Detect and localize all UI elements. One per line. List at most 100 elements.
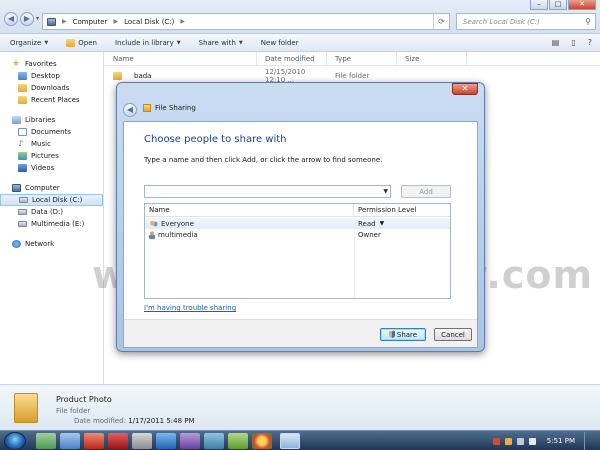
taskbar-app-icon[interactable] <box>204 433 224 449</box>
column-header-name[interactable]: Name <box>105 52 257 65</box>
share-button[interactable]: Share <box>380 328 426 341</box>
start-button[interactable] <box>4 432 26 450</box>
permission-user-name: Everyone <box>161 219 194 228</box>
sidebar-item-videos[interactable]: Videos <box>0 162 103 174</box>
minimize-button[interactable]: – <box>530 0 548 10</box>
sidebar-item-data-d[interactable]: Data (D:) <box>0 206 103 218</box>
forward-button[interactable]: ▶ <box>20 12 34 26</box>
back-button[interactable]: ◀ <box>4 12 18 26</box>
sidebar-item-local-disk-c[interactable]: Local Disk (C:) <box>0 194 103 206</box>
star-icon: ★ <box>12 59 21 69</box>
address-bar[interactable]: ▶ Computer ▶ Local Disk (C:) ▶ ⟳ <box>42 13 450 30</box>
chevron-down-icon[interactable]: ▼ <box>383 186 388 198</box>
file-name-cell: bada <box>105 71 257 80</box>
sidebar-item-favorites[interactable]: ★ Favorites <box>0 58 103 70</box>
sidebar-item-label: Multimedia (E:) <box>31 220 85 228</box>
column-header-size[interactable]: Size <box>397 52 467 65</box>
address-row: ◀ ▶ ▾ ▶ Computer ▶ Local Disk (C:) ▶ ⟳ S… <box>0 0 600 34</box>
taskbar-clock[interactable]: 5:51 PM <box>547 437 575 445</box>
organize-button[interactable]: Organize ▼ <box>10 39 48 47</box>
refresh-icon[interactable]: ⟳ <box>433 14 449 29</box>
organize-label: Organize <box>10 38 42 47</box>
taskbar-explorer-active-icon[interactable] <box>280 433 300 449</box>
chevron-down-icon: ▼ <box>44 39 49 46</box>
sidebar-item-documents[interactable]: Documents <box>0 126 103 138</box>
search-icon[interactable]: ⚲ <box>585 17 591 26</box>
open-label: Open <box>78 38 97 47</box>
new-folder-button[interactable]: New folder <box>261 39 299 47</box>
search-input[interactable]: Search Local Disk (C:) ⚲ <box>456 13 596 30</box>
taskbar-app-icon[interactable] <box>84 433 104 449</box>
drive-icon <box>18 209 27 215</box>
table-row[interactable]: multimedia Owner <box>145 229 450 240</box>
details-type: File folder <box>56 407 91 415</box>
sidebar-item-computer[interactable]: Computer <box>0 182 103 194</box>
trouble-sharing-link[interactable]: I'm having trouble sharing <box>144 304 236 312</box>
permission-table-header: Name Permission Level <box>145 204 450 217</box>
permission-level-dropdown[interactable]: Read ▼ <box>354 220 384 228</box>
sidebar-item-music[interactable]: ♪ Music <box>0 138 103 150</box>
permission-level-value: Read <box>358 219 376 228</box>
command-bar: Organize ▼ Open Include in library ▼ Sha… <box>0 34 600 52</box>
table-row[interactable]: Everyone Read ▼ <box>145 218 450 229</box>
show-desktop-button[interactable] <box>584 432 592 450</box>
taskbar: 5:51 PM <box>0 430 600 450</box>
dialog-back-button[interactable]: ◀ <box>123 103 137 117</box>
taskbar-app-icon[interactable] <box>108 433 128 449</box>
help-icon[interactable]: ? <box>588 38 592 47</box>
sidebar-item-pictures[interactable]: Pictures <box>0 150 103 162</box>
sidebar-item-multimedia-e[interactable]: Multimedia (E:) <box>0 218 103 230</box>
sidebar-item-label: Videos <box>31 164 55 172</box>
table-row[interactable]: bada 12/15/2010 12:10 ... File folder <box>105 68 600 84</box>
chevron-down-icon: ▼ <box>379 220 385 227</box>
taskbar-app-icon[interactable] <box>180 433 200 449</box>
close-button[interactable]: ✕ <box>568 0 596 10</box>
chevron-right-icon: ▶ <box>113 18 119 25</box>
network-icon <box>12 240 21 248</box>
pictures-icon <box>18 152 27 160</box>
sidebar-item-libraries[interactable]: Libraries <box>0 114 103 126</box>
change-view-icon[interactable]: ▤ <box>552 38 560 47</box>
navigation-pane: ★ Favorites Desktop Downloads Recent Pla… <box>0 52 104 384</box>
dialog-close-button[interactable]: ✕ <box>452 83 478 95</box>
sidebar-item-label: Downloads <box>31 84 70 92</box>
computer-icon <box>47 17 56 26</box>
sidebar-item-downloads[interactable]: Downloads <box>0 82 103 94</box>
taskbar-app-icon[interactable] <box>60 433 80 449</box>
taskbar-chrome-icon[interactable] <box>252 433 272 449</box>
add-button[interactable]: Add <box>401 185 451 198</box>
sidebar-item-recent-places[interactable]: Recent Places <box>0 94 103 106</box>
cancel-button[interactable]: Cancel <box>434 328 472 341</box>
permission-level-cell: Owner <box>354 231 381 239</box>
column-headers: Name Date modified Type Size <box>105 52 600 66</box>
network-tray-icon[interactable] <box>516 437 524 445</box>
sidebar-item-desktop[interactable]: Desktop <box>0 70 103 82</box>
open-button[interactable]: Open <box>66 38 97 47</box>
dialog-body: Choose people to share with Type a name … <box>123 121 478 348</box>
column-header-date-modified[interactable]: Date modified <box>257 52 327 65</box>
tray-icon[interactable] <box>504 437 512 445</box>
person-name-combobox[interactable]: ▼ <box>144 185 391 198</box>
tray-icon[interactable] <box>492 437 500 445</box>
taskbar-app-icon[interactable] <box>36 433 56 449</box>
column-header-type[interactable]: Type <box>327 52 397 65</box>
column-header-name[interactable]: Name <box>145 204 354 216</box>
uac-shield-icon <box>388 331 395 338</box>
volume-icon[interactable] <box>528 437 536 445</box>
details-modified-value: 1/17/2011 5:48 PM <box>128 417 195 425</box>
new-folder-label: New folder <box>260 38 299 47</box>
column-header-permission-level[interactable]: Permission Level <box>354 204 416 216</box>
sidebar-item-network[interactable]: Network <box>0 238 103 250</box>
dialog-title: File Sharing <box>155 104 196 112</box>
sidebar-item-label: Local Disk (C:) <box>32 196 83 204</box>
breadcrumb-computer[interactable]: Computer <box>73 18 108 26</box>
share-with-button[interactable]: Share with ▼ <box>199 39 243 47</box>
taskbar-app-icon[interactable] <box>156 433 176 449</box>
taskbar-app-icon[interactable] <box>228 433 248 449</box>
taskbar-app-icon[interactable] <box>132 433 152 449</box>
preview-pane-icon[interactable]: ▯ <box>571 38 575 47</box>
chevron-down-icon: ▼ <box>238 39 243 46</box>
breadcrumb-local-disk[interactable]: Local Disk (C:) <box>124 18 174 26</box>
include-in-library-button[interactable]: Include in library ▼ <box>115 39 181 47</box>
maximize-button[interactable]: □ <box>549 0 567 10</box>
